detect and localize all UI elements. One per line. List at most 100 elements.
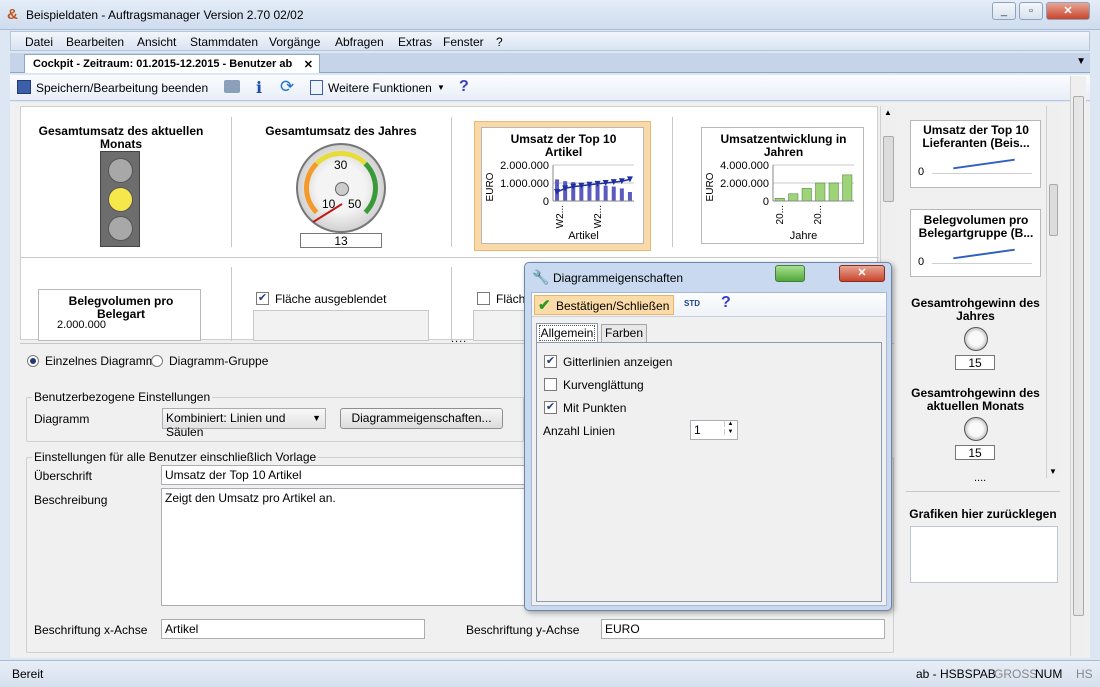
x-axis-label: Artikel	[568, 230, 599, 242]
toolbar: Speichern/Bearbeitung beenden i ⟳ Weiter…	[10, 75, 1090, 101]
beschreibung-textarea[interactable]: Zeigt den Umsatz pro Artikel an.	[161, 488, 525, 606]
ueberschrift-label: Überschrift	[34, 469, 93, 483]
tab-close-icon[interactable]: ✕	[304, 58, 313, 71]
separator	[906, 491, 1060, 492]
ueberschrift-input[interactable]: Umsatz der Top 10 Artikel	[161, 465, 525, 485]
scroll-thumb[interactable]	[883, 136, 894, 202]
window-title: Beispieldaten - Auftragsmanager Version …	[26, 8, 304, 22]
menu-datei[interactable]: Datei	[25, 35, 53, 49]
dialog-minimize-button[interactable]	[775, 265, 805, 282]
rohgewinn-jahr-title: Gesamtrohgewinn des Jahres	[911, 296, 1040, 323]
diagramm-select[interactable]: Kombiniert: Linien und Säulen ▼	[162, 408, 326, 439]
beschreibung-label: Beschreibung	[34, 493, 108, 507]
help-icon[interactable]: ?	[459, 78, 469, 96]
drop-zone[interactable]	[910, 526, 1058, 583]
menu-help[interactable]: ?	[496, 35, 503, 49]
traffic-light-yellow	[108, 187, 133, 212]
x-axis-input[interactable]: Artikel	[161, 619, 425, 639]
print-icon[interactable]	[224, 80, 240, 93]
punkte-label: Mit Punkten	[563, 401, 627, 415]
flaeche2-checkbox[interactable]	[477, 292, 490, 305]
gitter-label: Gitterlinien anzeigen	[563, 355, 673, 369]
minimize-button[interactable]: _	[992, 2, 1016, 20]
save-button[interactable]: Speichern/Bearbeitung beenden	[36, 81, 208, 95]
right-scrollbar[interactable]: ▼	[1046, 106, 1060, 478]
main-scrollbar[interactable]	[1070, 76, 1086, 656]
lieferanten-title: Umsatz der Top 10 Lieferanten (Beis...	[922, 123, 1030, 150]
y-axis-label: EURO	[705, 172, 716, 201]
maximize-button[interactable]: ▫	[1019, 2, 1043, 20]
radio-single-chart[interactable]	[27, 355, 39, 367]
menu-bearbeiten[interactable]: Bearbeiten	[66, 35, 124, 49]
menu-vorgaenge[interactable]: Vorgänge	[269, 35, 320, 49]
kurven-checkbox[interactable]	[544, 378, 557, 391]
main-scroll-thumb[interactable]	[1073, 96, 1084, 616]
top10-chart: 2.000.0001.000.0000EUROW2... W2...Artikel	[485, 160, 634, 242]
bar	[788, 193, 799, 202]
separator	[672, 117, 673, 247]
radio-single-label: Einzelnes Diagramm	[45, 354, 156, 368]
y-tick-label: 4.000.000	[720, 160, 769, 172]
close-button[interactable]: ✕	[1046, 2, 1090, 20]
flaeche1-checkbox[interactable]: ✔	[256, 292, 269, 305]
status-user: ab - HSBSPAB	[916, 667, 996, 681]
dropdown-chevron-icon[interactable]: ▼	[437, 83, 445, 92]
right-scroll-down-icon[interactable]: ▼	[1049, 467, 1057, 476]
punkte-checkbox[interactable]: ✔	[544, 401, 557, 414]
confirm-close-button[interactable]: ✔ Bestätigen/Schließen	[534, 295, 674, 315]
stepper-up-icon[interactable]: ▲	[724, 421, 736, 427]
gitter-checkbox[interactable]: ✔	[544, 355, 557, 368]
widget-entwicklung-title: Umsatzentwicklung in Jahren	[720, 132, 847, 159]
right-scroll-thumb[interactable]	[1049, 184, 1058, 236]
scroll-up-icon[interactable]: ▲	[884, 108, 892, 117]
dialog-title: Diagrammeigenschaften	[553, 271, 684, 285]
bar	[603, 185, 608, 201]
separator	[231, 267, 232, 341]
kurven-label: Kurvenglättung	[563, 378, 644, 392]
y-axis-input[interactable]: EURO	[601, 619, 885, 639]
radio-chart-group[interactable]	[151, 355, 163, 367]
x-axis-label: Beschriftung x-Achse	[34, 623, 148, 637]
separator	[21, 257, 879, 258]
menu-ansicht[interactable]: Ansicht	[137, 35, 176, 49]
traffic-light	[100, 151, 140, 247]
tab-allgemein-label: Allgemein	[538, 325, 596, 341]
y-tick-label: 1.000.000	[500, 178, 549, 190]
tab-allgemein[interactable]: Allgemein	[536, 323, 598, 343]
confirm-close-label: Bestätigen/Schließen	[556, 299, 670, 313]
widget-top10-title: Umsatz der Top 10 Artikel	[510, 132, 617, 159]
anzahl-value: 1	[694, 423, 701, 437]
tab-cockpit[interactable]: Cockpit - Zeitraum: 01.2015-12.2015 - Be…	[24, 54, 320, 73]
radio-group-label: Diagramm-Gruppe	[169, 354, 269, 368]
tab-farben[interactable]: Farben	[601, 324, 647, 343]
user-settings-label: Benutzerbezogene Einstellungen	[32, 390, 213, 404]
menu-abfragen[interactable]: Abfragen	[335, 35, 384, 49]
menu-stammdaten[interactable]: Stammdaten	[190, 35, 258, 49]
diagram-properties-button[interactable]: Diagrammeigenschaften...	[340, 408, 503, 429]
menu-fenster[interactable]: Fenster	[443, 35, 484, 49]
tab-list-chevron-icon[interactable]: ▼	[1076, 56, 1086, 67]
all-users-label: Einstellungen für alle Benutzer einschli…	[32, 450, 319, 464]
info-icon[interactable]: i	[256, 78, 262, 97]
y-tick-label: 2.000.000	[500, 160, 549, 172]
anzahl-stepper[interactable]: 1 ▲ ▼	[690, 420, 738, 440]
app-icon: &	[7, 6, 18, 23]
checkmark-icon: ✔	[538, 297, 551, 314]
dialog-help-icon[interactable]: ?	[721, 294, 731, 312]
x-tick-label: W2...	[593, 205, 604, 228]
belegart-axis	[932, 263, 1032, 264]
bar	[611, 186, 616, 201]
refresh-icon[interactable]: ⟳	[280, 77, 294, 97]
status-bar: Bereit ab - HSBSPAB GROSS NUM HS	[0, 660, 1100, 687]
belegart-title: Belegvolumen pro Belegartgruppe (B...	[918, 213, 1034, 240]
traffic-light-green	[108, 216, 133, 241]
dialog-close-button[interactable]: ✕	[839, 265, 885, 282]
menu-extras[interactable]: Extras	[398, 35, 432, 49]
lieferanten-axis	[932, 173, 1032, 174]
bar	[842, 174, 853, 202]
flaeche1-label: Fläche ausgeblendet	[275, 292, 387, 306]
std-button[interactable]: STD	[684, 299, 700, 308]
drop-zone-title: Grafiken hier zurücklegen	[909, 507, 1057, 521]
more-functions-button[interactable]: Weitere Funktionen	[328, 81, 432, 95]
stepper-down-icon[interactable]: ▼	[724, 429, 736, 435]
